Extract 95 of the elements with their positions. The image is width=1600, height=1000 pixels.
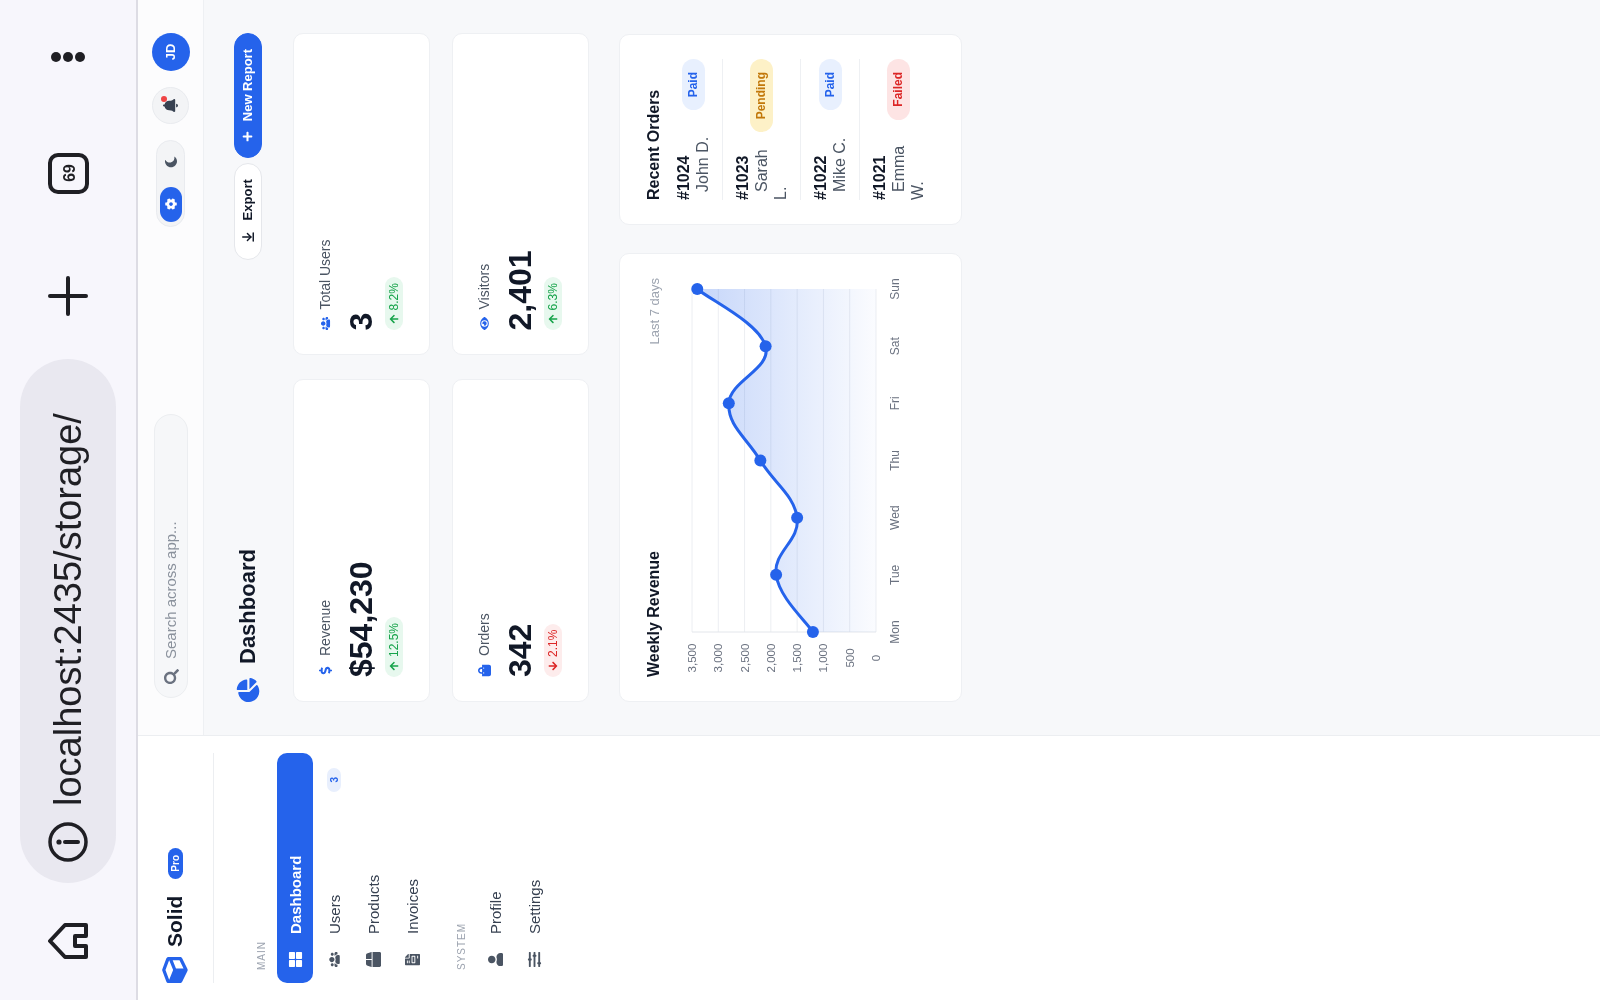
dollar-icon [318, 664, 332, 677]
chart-point [791, 511, 804, 524]
axis-label: 500 [843, 648, 856, 668]
section-label: SYSTEM [455, 922, 468, 972]
notification-button[interactable] [152, 87, 189, 124]
nav-item[interactable]: Dashboard [277, 753, 313, 983]
chart-subtitle: Last 7 days [646, 278, 662, 345]
bag-icon [477, 664, 491, 677]
brand-name: Solid [163, 895, 187, 947]
nav-item[interactable]: Users 3 [316, 753, 352, 983]
status-badge: Paid [818, 59, 842, 111]
search-field[interactable]: Search across app... [153, 414, 188, 698]
nav-item[interactable]: Invoices [394, 753, 430, 983]
order-id: #1021 [870, 154, 889, 200]
users-icon [326, 952, 342, 967]
export-button[interactable]: Export [233, 163, 262, 261]
arrow-up-icon [548, 314, 558, 325]
order-id: #1023 [733, 154, 752, 200]
more-menu-icon[interactable] [50, 51, 86, 63]
pie-chart-icon [235, 678, 260, 702]
plus-icon [242, 131, 253, 143]
plus-icon[interactable] [48, 276, 88, 316]
stat-value: $54,230 [343, 561, 379, 677]
card-title: Recent Orders [644, 88, 663, 200]
chart-point [759, 340, 772, 353]
gear-icon [164, 198, 177, 211]
nav-item[interactable]: Products [355, 753, 391, 983]
section-label: MAIN [255, 941, 268, 972]
axis-label: 3,500 [686, 643, 698, 673]
info-icon[interactable] [48, 822, 88, 862]
customer-name: John D. [693, 135, 712, 194]
chart-point [722, 397, 735, 410]
status-badge: Pending [750, 59, 773, 133]
axis-label: Sun [888, 278, 902, 300]
stat-label: Revenue [317, 599, 333, 656]
grid-icon [287, 952, 303, 967]
stat-value: 2,401 [502, 250, 538, 331]
axis-label: 1,500 [791, 643, 804, 673]
invoice-icon [404, 952, 420, 967]
axis-label: Sat [888, 337, 902, 356]
change-text: 2.1% [546, 629, 560, 657]
nav-item[interactable]: Profile [477, 753, 513, 983]
box-icon [365, 952, 381, 967]
axis-label: Thu [888, 450, 902, 471]
new-report-button[interactable]: New Report [233, 33, 262, 159]
users-icon [318, 317, 332, 331]
chart-point [754, 454, 767, 467]
tab-switcher-button[interactable]: 69 [47, 153, 89, 194]
download-icon [240, 230, 255, 245]
count-badge: 3 [327, 768, 341, 792]
customer-name: Emma W. [889, 144, 927, 200]
stat-value: 342 [502, 623, 538, 677]
address-bar[interactable]: localhost:2435/storage/ [20, 359, 116, 883]
chart-point [770, 568, 783, 581]
axis-label: 0 [870, 654, 882, 662]
arrow-up-icon [389, 661, 399, 671]
axis-label: 1,000 [817, 643, 830, 673]
pro-badge: Pro [167, 848, 183, 879]
order-id: #1024 [674, 154, 693, 200]
stat-value: 3 [343, 312, 379, 331]
stat-label: Visitors [476, 263, 492, 310]
change-text: 6.3% [546, 283, 560, 311]
stat-label: Orders [476, 613, 492, 656]
status-badge: Failed [887, 59, 910, 120]
order-id: #1022 [811, 154, 830, 200]
avatar[interactable]: JD [151, 33, 190, 71]
arrow-down-icon [548, 661, 558, 671]
axis-label: Fri [888, 396, 902, 411]
axis-label: Mon [888, 620, 902, 644]
axis-label: 2,000 [764, 643, 777, 673]
chart-point [806, 626, 819, 638]
change-text: 12.5% [387, 622, 401, 657]
change-text: 8.2% [387, 283, 401, 311]
search-icon [163, 669, 179, 684]
axis-label: 3,000 [712, 643, 725, 673]
home-icon[interactable] [48, 923, 88, 959]
customer-name: Mike C. [830, 136, 849, 194]
axis-label: Tue [888, 564, 902, 585]
page-title: Dashboard [234, 549, 261, 664]
stat-label: Total Users [317, 239, 333, 310]
arrow-up-icon [389, 314, 399, 325]
chart-point [691, 283, 704, 295]
customer-name: Sarah L. [752, 148, 790, 200]
sliders-icon [526, 952, 542, 967]
theme-button[interactable] [159, 187, 182, 222]
moon-icon [164, 156, 177, 169]
nav-item[interactable]: Settings [516, 753, 552, 983]
status-badge: Paid [681, 59, 705, 111]
bell-icon [163, 98, 178, 113]
user-icon [487, 952, 503, 967]
axis-label: Wed [888, 505, 902, 530]
cube-icon [162, 957, 188, 983]
axis-label: 2,500 [738, 643, 751, 673]
chart-title: Weekly Revenue [644, 551, 663, 677]
eye-icon [477, 317, 491, 331]
